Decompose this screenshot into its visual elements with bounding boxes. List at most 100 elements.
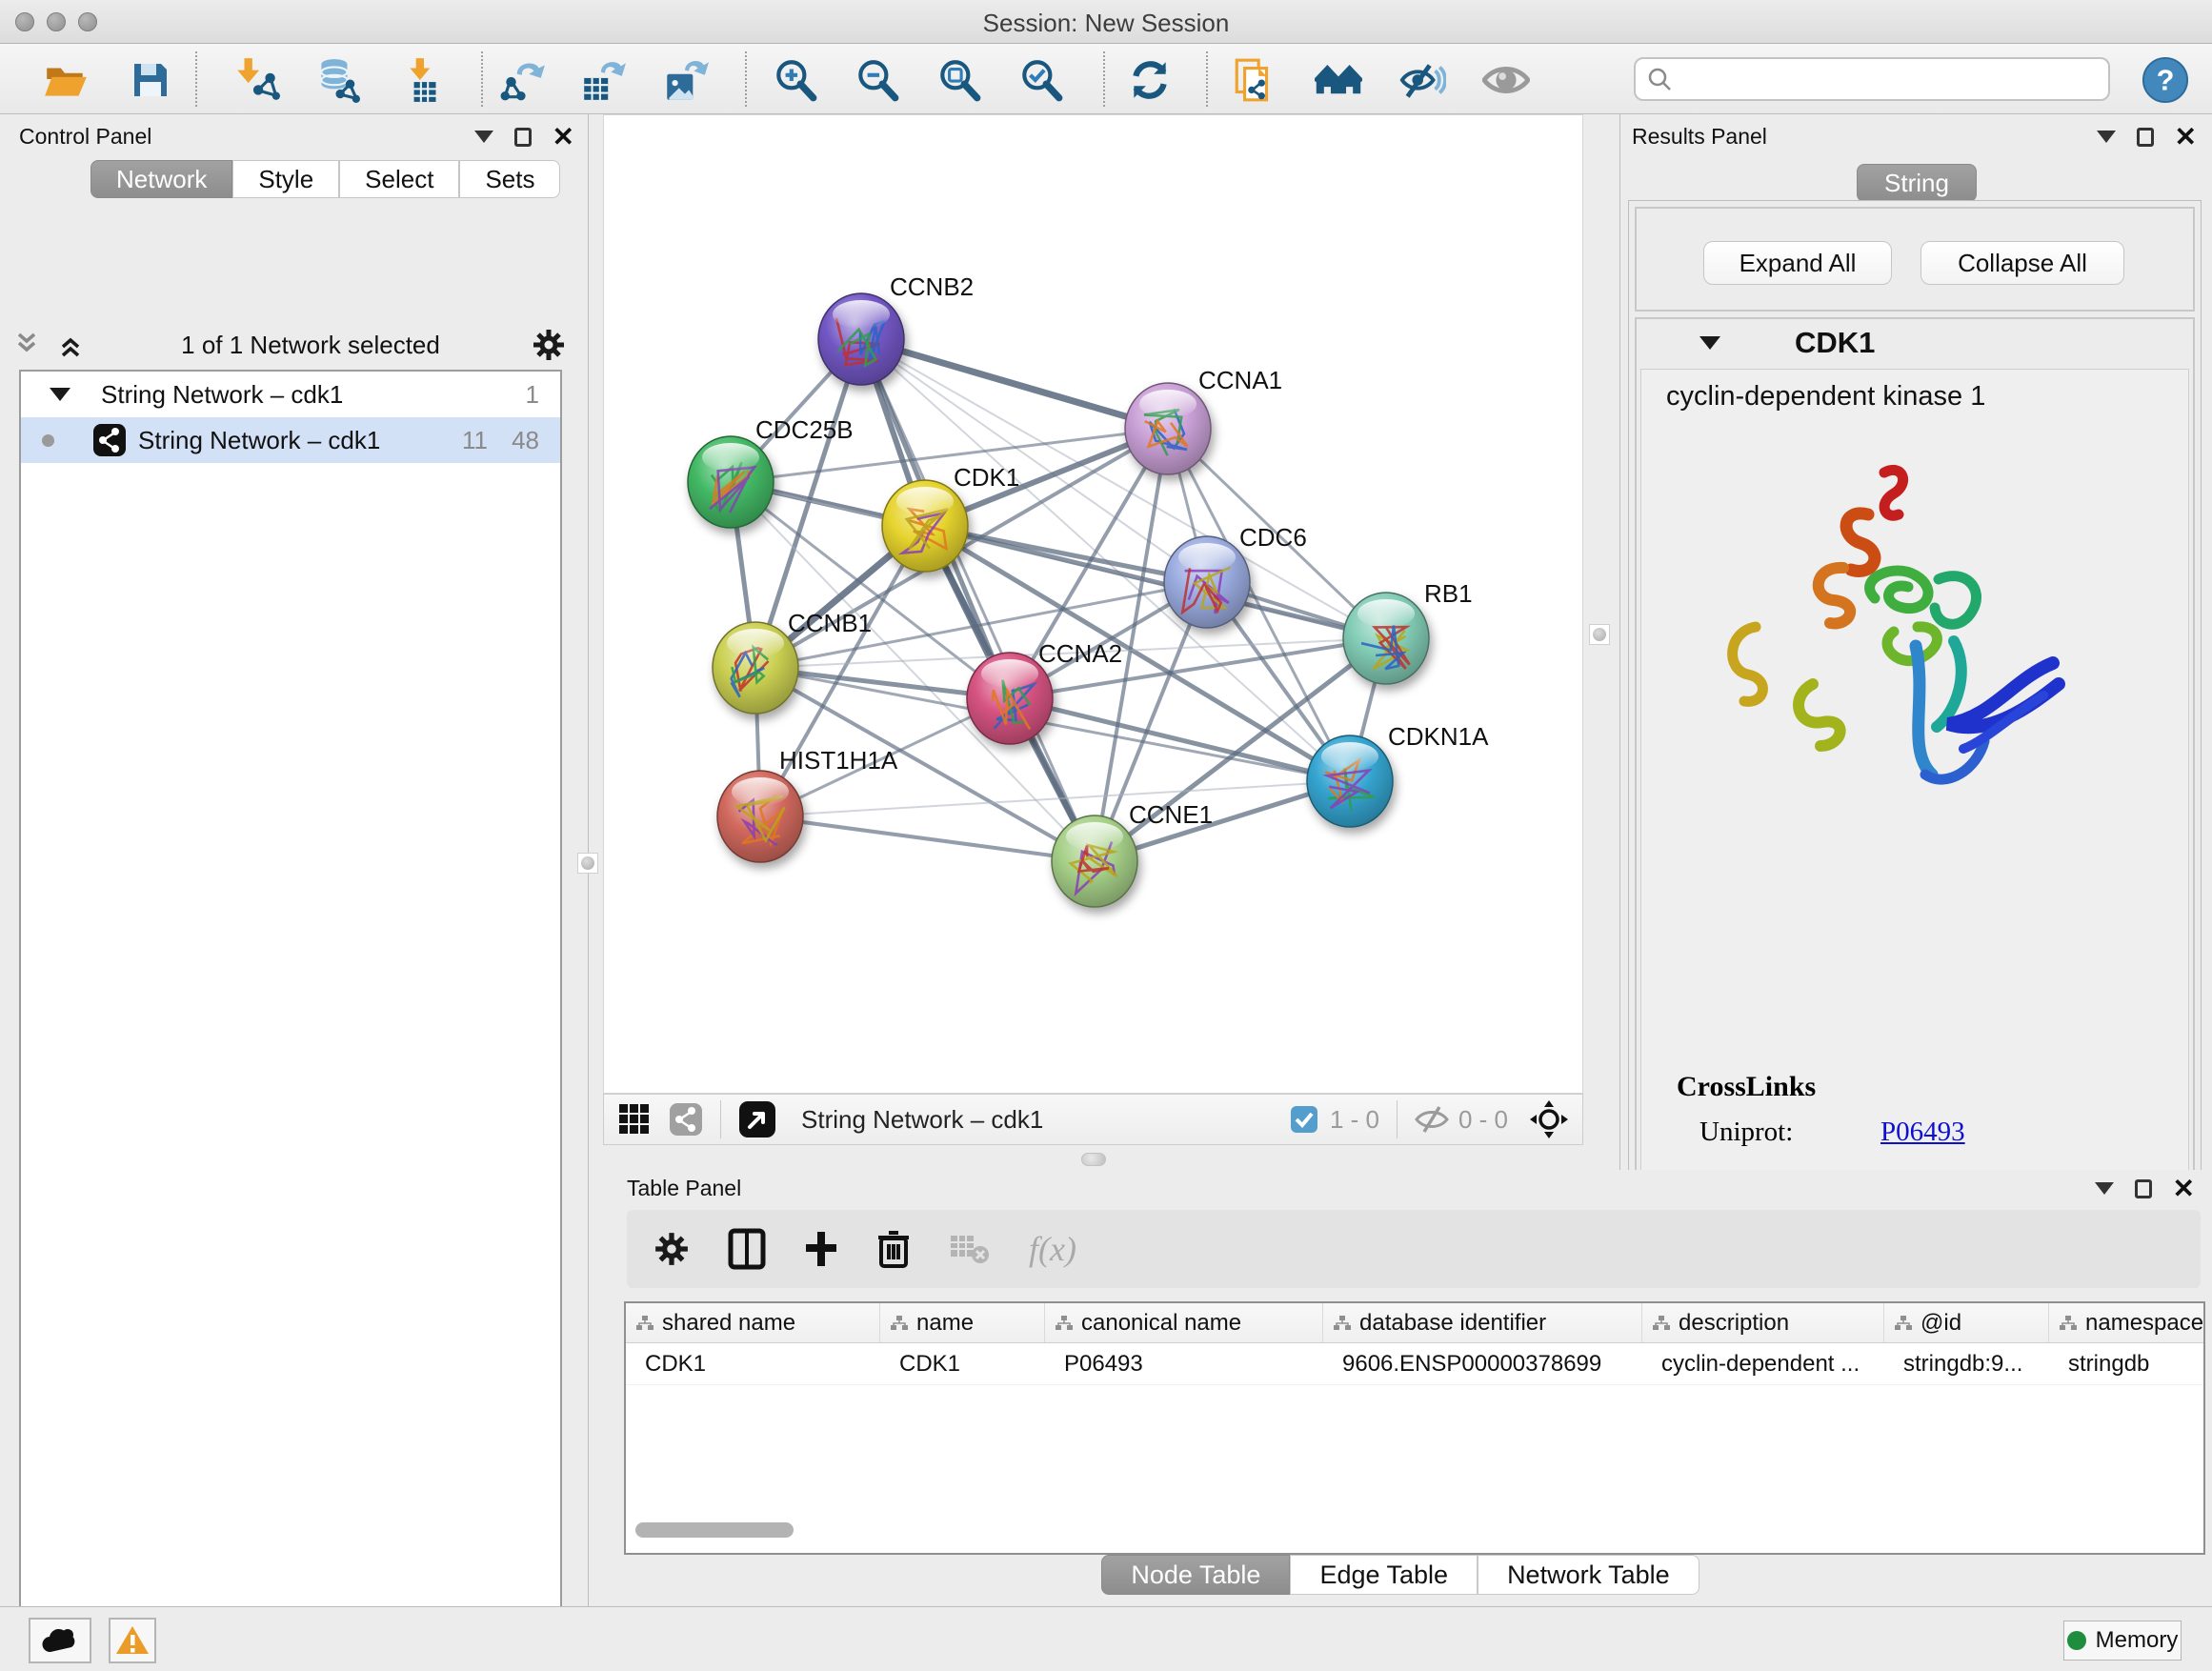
- table-cell[interactable]: P06493: [1045, 1343, 1323, 1384]
- add-column-icon[interactable]: [804, 1230, 838, 1268]
- tab-sets[interactable]: Sets: [459, 160, 560, 198]
- toolbar-search[interactable]: [1634, 57, 2110, 101]
- tab-select[interactable]: Select: [339, 160, 459, 198]
- node-gloss-highlight: [981, 659, 1038, 688]
- tab-string[interactable]: String: [1857, 164, 1977, 202]
- import-table-file-button[interactable]: [400, 56, 448, 104]
- expand-all-icon[interactable]: [57, 331, 90, 359]
- fit-selected-crosshair-icon[interactable]: [1529, 1099, 1569, 1139]
- column-header-shared-name[interactable]: shared name: [626, 1303, 880, 1342]
- table-cell[interactable]: stringdb: [2049, 1343, 2205, 1384]
- node-table[interactable]: shared namenamecanonical name database id…: [624, 1301, 2205, 1555]
- table-cell[interactable]: CDK1: [880, 1343, 1045, 1384]
- save-session-button[interactable]: [127, 56, 174, 104]
- warnings-button[interactable]: [109, 1618, 156, 1663]
- column-header--id[interactable]: @id: [1884, 1303, 2049, 1342]
- panel-close-icon[interactable]: ✕: [2173, 1179, 2195, 1198]
- node-ccna1[interactable]: CCNA1: [1125, 366, 1282, 474]
- gear-icon[interactable]: [532, 328, 566, 362]
- column-header-canonical-name[interactable]: canonical name: [1045, 1303, 1323, 1342]
- string-home-button[interactable]: [1315, 56, 1362, 104]
- node-cdk1[interactable]: CDK1: [882, 463, 1019, 572]
- reset-zoom-button[interactable]: [1126, 56, 1174, 104]
- panel-collapse-icon[interactable]: [2095, 1182, 2114, 1195]
- import-network-file-button[interactable]: [232, 56, 280, 104]
- zoom-out-button[interactable]: [854, 56, 901, 104]
- node-cdc25b[interactable]: CDC25B: [688, 415, 854, 528]
- left-splitter-handle[interactable]: [577, 853, 598, 874]
- expand-all-button[interactable]: Expand All: [1703, 241, 1892, 285]
- tree-caret-icon[interactable]: [50, 388, 70, 401]
- protein-structure-image: [1699, 455, 2080, 817]
- column-header-namespace[interactable]: namespace: [2049, 1303, 2205, 1342]
- horizontal-scrollbar[interactable]: [635, 1522, 794, 1538]
- column-header-description[interactable]: description: [1642, 1303, 1884, 1342]
- tab-edge-table[interactable]: Edge Table: [1290, 1555, 1478, 1595]
- column-header-name[interactable]: name: [880, 1303, 1045, 1342]
- export-table-button[interactable]: [579, 56, 627, 104]
- node-cdkn1a[interactable]: CDKN1A: [1307, 722, 1489, 827]
- network-canvas[interactable]: CCNB2CCNA1CDC25BCDK1CDC6RB1CCNB1CCNA2CDK…: [603, 114, 1583, 1094]
- node-label-ccna1: CCNA1: [1198, 366, 1282, 394]
- zoom-in-button[interactable]: [772, 56, 819, 104]
- panel-float-icon[interactable]: [514, 128, 532, 147]
- table-cell[interactable]: 9606.ENSP00000378699: [1323, 1343, 1642, 1384]
- panel-close-icon[interactable]: ✕: [2175, 128, 2197, 147]
- import-network-database-button[interactable]: [312, 56, 360, 104]
- crosslink-value-link[interactable]: P06493: [1880, 1117, 1965, 1148]
- zoom-selected-button[interactable]: [1017, 56, 1065, 104]
- export-network-button[interactable]: [499, 56, 547, 104]
- column-header-label: database identifier: [1359, 1310, 1546, 1337]
- panel-float-icon[interactable]: [2137, 128, 2154, 147]
- collapse-all-icon[interactable]: [13, 331, 46, 359]
- tab-node-table[interactable]: Node Table: [1101, 1555, 1290, 1595]
- share-document-button[interactable]: [1231, 56, 1278, 104]
- main-toolbar: ?: [0, 44, 2212, 114]
- table-settings-gear-icon[interactable]: [654, 1231, 690, 1267]
- memory-button[interactable]: Memory: [2063, 1621, 2182, 1661]
- enhanced-labels-button[interactable]: [1482, 56, 1530, 104]
- string-network-graph[interactable]: CCNB2CCNA1CDC25BCDK1CDC6RB1CCNB1CCNA2CDK…: [604, 115, 1582, 1093]
- table-row[interactable]: CDK1CDK1P064939606.ENSP00000378699cyclin…: [626, 1343, 2203, 1385]
- delete-column-icon[interactable]: [876, 1229, 911, 1269]
- panel-float-icon[interactable]: [2135, 1179, 2152, 1198]
- tab-network-table[interactable]: Network Table: [1478, 1555, 1699, 1595]
- gene-section-header[interactable]: CDK1: [1637, 319, 2193, 367]
- tab-style[interactable]: Style: [232, 160, 339, 198]
- glass-ball-effect-button[interactable]: [1398, 56, 1446, 104]
- apply-function-button[interactable]: f(x): [1029, 1229, 1076, 1269]
- right-splitter-handle[interactable]: [1589, 624, 1610, 645]
- grid-view-icon[interactable]: [617, 1102, 652, 1137]
- cloud-status-button[interactable]: [29, 1618, 91, 1663]
- edge-hist1h1a-ccne1[interactable]: [760, 816, 1095, 861]
- svg-text:?: ?: [2157, 64, 2175, 97]
- gene-caret-icon[interactable]: [1699, 336, 1720, 350]
- selected-checkbox-icon[interactable]: [1290, 1105, 1318, 1134]
- column-header-database-identifier[interactable]: database identifier: [1323, 1303, 1642, 1342]
- table-cell[interactable]: stringdb:9...: [1884, 1343, 2049, 1384]
- delete-table-icon[interactable]: [949, 1232, 991, 1266]
- help-button[interactable]: ?: [2142, 56, 2189, 104]
- search-input[interactable]: [1681, 66, 2091, 92]
- tab-network[interactable]: Network: [90, 160, 232, 198]
- open-session-button[interactable]: [42, 56, 90, 104]
- network-share-gray-icon[interactable]: [669, 1102, 703, 1137]
- splitter-handle[interactable]: [1081, 1153, 1106, 1166]
- table-cell[interactable]: CDK1: [626, 1343, 880, 1384]
- manage-columns-icon[interactable]: [728, 1228, 766, 1270]
- node-hist1h1a[interactable]: HIST1H1A: [717, 746, 898, 862]
- network-row[interactable]: String Network – cdk1 11 48: [21, 417, 560, 463]
- network-collection-row[interactable]: String Network – cdk1 1: [21, 372, 560, 417]
- panel-close-icon[interactable]: ✕: [553, 128, 574, 147]
- collapse-all-button[interactable]: Collapse All: [1920, 241, 2124, 285]
- birdseye-view-icon[interactable]: [738, 1100, 776, 1138]
- edge-ccnb2-ccna1[interactable]: [861, 339, 1168, 429]
- panel-collapse-icon[interactable]: [474, 131, 493, 143]
- zoom-fit-button[interactable]: [935, 56, 983, 104]
- panel-collapse-icon[interactable]: [2097, 131, 2116, 143]
- horizontal-splitter[interactable]: [603, 1149, 1583, 1170]
- table-cell[interactable]: cyclin-dependent ...: [1642, 1343, 1884, 1384]
- edge-ccnb2-ccne1[interactable]: [861, 339, 1095, 861]
- node-rb1[interactable]: RB1: [1343, 579, 1473, 684]
- export-image-button[interactable]: [661, 56, 709, 104]
